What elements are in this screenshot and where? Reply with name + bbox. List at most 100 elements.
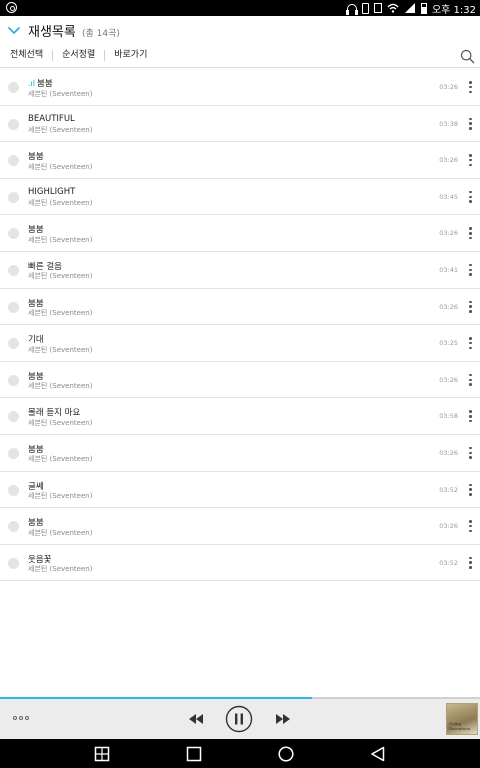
more-options-icon[interactable] [469,300,472,313]
goto-button[interactable]: 바로가기 [104,50,156,61]
song-artist: 세븐틴 (Seventeen) [28,126,93,135]
more-options-icon[interactable] [469,190,472,203]
phone-icon [361,2,369,14]
home-icon[interactable] [277,745,295,763]
more-options-icon[interactable] [469,154,472,167]
song-duration: 03:26 [439,302,458,311]
playlist-row[interactable]: 붐붐 세븐틴 (Seventeen) 03:26 [0,142,480,179]
playlist-row[interactable]: 붐붐 세븐틴 (Seventeen) 03:26 [0,508,480,545]
song-title-text: 붐붐 [28,518,44,529]
song-title-text: BEAUTIFUL [28,113,75,124]
playlist-row[interactable]: BEAUTIFUL 세븐틴 (Seventeen) 03:38 [0,106,480,143]
playlist-row[interactable]: HIGHLIGHT 세븐틴 (Seventeen) 03:45 [0,179,480,216]
previous-icon[interactable] [186,705,206,733]
playlist-row[interactable]: 기대 세븐틴 (Seventeen) 03:25 [0,325,480,362]
note-icon [373,3,382,13]
song-duration: 03:41 [439,265,458,274]
album-art-text: Going Seventeen [449,721,471,731]
song-title: 웃음꽃 [28,553,51,565]
search-icon[interactable] [460,49,475,64]
song-artist: 세븐틴 (Seventeen) [28,89,93,98]
song-title-text: 웃음꽃 [28,554,52,565]
status-bar: 오후 1:32 [0,0,480,16]
song-title: 붐붐 [28,516,44,528]
song-artist: 세븐틴 (Seventeen) [28,382,93,391]
song-title: 붐붐 [28,150,44,162]
select-all-button[interactable]: 전체선택 [10,50,52,61]
song-title-text: 몰래 듣지 마요 [28,408,81,419]
song-artist: 세븐틴 (Seventeen) [28,345,93,354]
song-title-text: 붐붐 [28,298,44,309]
playlist-row[interactable]: 빠른 걸음 세븐틴 (Seventeen) 03:41 [0,252,480,289]
multiwindow-icon[interactable] [93,745,111,763]
song-duration: 03:58 [439,412,458,421]
playlist-row[interactable]: 붐붐 세븐틴 (Seventeen) 03:26 [0,215,480,252]
song-duration: 03:45 [439,192,458,201]
more-options-icon[interactable] [469,483,472,496]
playlist-row[interactable]: .ıl 붐붐 세븐틴 (Seventeen) 03:26 [0,69,480,106]
playlist-row[interactable]: 몰래 듣지 마요 세븐틴 (Seventeen) 03:58 [0,398,480,435]
select-checkbox[interactable] [8,301,19,313]
select-checkbox[interactable] [8,447,19,459]
song-artist: 세븐틴 (Seventeen) [28,272,93,281]
playlist-row[interactable]: 붐붐 세븐틴 (Seventeen) 03:26 [0,435,480,472]
select-checkbox[interactable] [8,155,19,167]
song-title: .ıl 붐붐 [28,77,53,89]
recent-apps-icon[interactable] [185,745,203,763]
song-title-text: 붐붐 [28,444,44,455]
more-options-icon[interactable] [469,446,472,459]
select-checkbox[interactable] [8,374,19,386]
sort-order-button[interactable]: 순서정렬 [52,50,104,61]
more-options-icon[interactable] [469,117,472,130]
song-duration: 03:26 [439,448,458,457]
playlist-row[interactable]: 웃음꽃 세븐틴 (Seventeen) 03:52 [0,545,480,582]
playlist-row[interactable]: 붐붐 세븐틴 (Seventeen) 03:26 [0,289,480,326]
back-icon[interactable] [369,745,387,763]
page-title: 재생목록 (총 14곡) [28,21,120,40]
mini-player: Going Seventeen [0,699,480,739]
select-checkbox[interactable] [8,82,19,93]
select-checkbox[interactable] [8,338,19,350]
playlist-row[interactable]: 붐붐 세븐틴 (Seventeen) 03:26 [0,362,480,399]
more-options-icon[interactable] [469,337,472,350]
pause-icon[interactable] [225,705,253,733]
album-art[interactable]: Going Seventeen [446,703,478,735]
song-duration: 03:26 [439,375,458,384]
chevron-down-icon[interactable] [7,23,21,37]
select-checkbox[interactable] [8,191,19,203]
song-title-text: HIGHLIGHT [28,186,76,197]
song-artist: 세븐틴 (Seventeen) [28,528,93,537]
song-duration: 03:52 [439,485,458,494]
song-title: 빠른 걸음 [28,260,62,272]
select-checkbox[interactable] [8,484,19,496]
more-options-icon[interactable] [469,520,472,533]
battery-icon [420,2,427,14]
song-title-text: 붐붐 [28,371,44,382]
select-checkbox[interactable] [8,118,19,130]
song-title-text: 글쎄 [28,481,44,492]
select-checkbox[interactable] [8,411,19,423]
more-options-icon[interactable] [469,81,472,93]
select-checkbox[interactable] [8,228,19,240]
more-options-icon[interactable] [469,373,472,386]
select-checkbox[interactable] [8,521,19,533]
wifi-icon [387,3,399,13]
song-title: 붐붐 [28,443,44,455]
song-artist: 세븐틴 (Seventeen) [28,455,93,464]
status-time: 오후 1:32 [431,4,476,16]
song-title: 기대 [28,333,44,345]
next-icon[interactable] [273,705,293,733]
select-checkbox[interactable] [8,264,19,276]
menu-icon[interactable] [13,716,29,720]
select-checkbox[interactable] [8,557,19,569]
playlist-row[interactable]: 글쎄 세븐틴 (Seventeen) 03:52 [0,472,480,509]
more-options-icon[interactable] [469,556,472,569]
more-options-icon[interactable] [469,227,472,240]
more-options-icon[interactable] [469,263,472,276]
song-title-text: 붐붐 [28,225,44,236]
status-icons: 오후 1:32 [345,0,476,16]
more-options-icon[interactable] [469,410,472,423]
song-title: 붐붐 [28,223,44,235]
track-count: (총 14곡) [81,29,120,39]
playlist: .ıl 붐붐 세븐틴 (Seventeen) 03:26 BEAUTIFUL 세븐틴 (S… [0,69,480,582]
